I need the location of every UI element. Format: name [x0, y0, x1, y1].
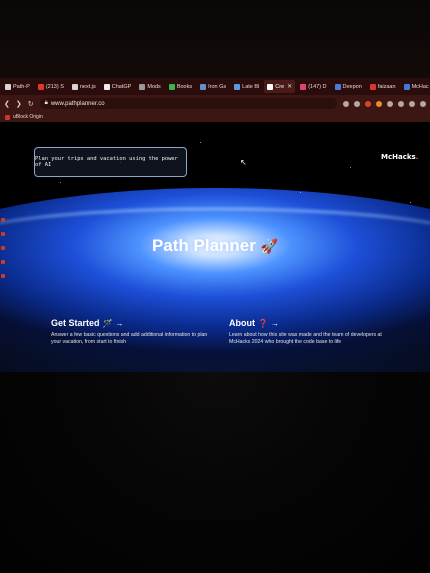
web-page: Plan your trips and vacation using the p…: [0, 122, 430, 374]
github-icon: [71, 83, 78, 90]
tab-strip: Path-P (213) S next.js ChatGP Mods Books…: [0, 78, 430, 95]
tab[interactable]: faizaan: [367, 80, 399, 93]
forward-icon[interactable]: ❯: [16, 100, 22, 108]
chatgpt-icon: [103, 83, 110, 90]
arrow-right-icon: →: [115, 318, 124, 328]
url-text: www.pathplanner.co: [50, 100, 105, 107]
tagline-box: Plan your trips and vacation using the p…: [34, 147, 187, 177]
triangle-icon: [267, 83, 274, 90]
tab-active[interactable]: Cre ✕: [264, 80, 296, 93]
sidebar-icon[interactable]: [1, 260, 5, 264]
rocket-icon: 🚀: [260, 238, 279, 254]
lock-icon: 🔒︎: [44, 100, 48, 106]
menu-icon[interactable]: [420, 100, 426, 107]
page-icon: [234, 83, 241, 90]
star: [350, 167, 351, 168]
close-tab-icon[interactable]: ✕: [287, 83, 292, 90]
sidebar-icon[interactable]: [1, 246, 5, 250]
youtube-icon: [37, 83, 44, 90]
ublock-icon[interactable]: [365, 100, 371, 107]
profile-icon[interactable]: [409, 100, 415, 107]
address-bar[interactable]: 🔒︎ www.pathplanner.co: [39, 98, 337, 109]
bookmark-item[interactable]: uBlock Origin: [13, 114, 43, 120]
tab[interactable]: Deepon: [332, 80, 365, 93]
sidebar-icon[interactable]: [1, 232, 5, 236]
tagline-text: Plan your trips and vacation using the p…: [35, 156, 178, 168]
sidebar-icon[interactable]: [1, 274, 5, 278]
get-started-description: Answer a few basic questions and add add…: [51, 332, 208, 345]
screenshot-icon[interactable]: [354, 100, 360, 107]
bookmarks-bar: uBlock Origin: [0, 112, 430, 122]
arrow-right-icon: →: [270, 318, 279, 328]
extension-icon[interactable]: [343, 100, 349, 107]
page-icon: [369, 83, 376, 90]
back-icon[interactable]: ❮: [4, 100, 10, 108]
monitor-screen: Path-P (213) S next.js ChatGP Mods Books…: [0, 78, 430, 374]
get-started-link[interactable]: Get Started 🪄 →: [51, 318, 211, 328]
tab[interactable]: (213) S: [35, 80, 67, 93]
star: [60, 182, 61, 183]
ublock-icon: [5, 114, 10, 120]
page-icon: [200, 83, 207, 90]
extension-icon[interactable]: [398, 100, 404, 107]
tab[interactable]: (147) D: [297, 80, 329, 93]
play-icon: [168, 83, 175, 90]
star: [410, 202, 411, 203]
page-icon: [139, 83, 146, 90]
about-description: Learn about how this site was made and t…: [229, 332, 382, 345]
tab[interactable]: next.js: [69, 80, 99, 93]
page-icon: [403, 83, 410, 90]
question-icon: ❓: [258, 318, 268, 328]
github-icon: [5, 83, 11, 90]
extension-toolbar: [343, 100, 426, 107]
get-started-card[interactable]: Get Started 🪄 → Answer a few basic quest…: [51, 318, 211, 346]
tab[interactable]: Books: [166, 80, 195, 93]
reload-icon[interactable]: ↻: [28, 100, 34, 108]
photo-background-top: [0, 0, 430, 80]
extension-icon[interactable]: [387, 100, 393, 107]
tab[interactable]: Iron Gs: [197, 80, 229, 93]
tab[interactable]: McHac: [401, 80, 430, 93]
mouse-cursor-icon: ↖: [240, 158, 247, 167]
instagram-icon: [300, 83, 307, 90]
tab[interactable]: Mods: [136, 80, 163, 93]
tab[interactable]: ChatGP: [101, 80, 135, 93]
brave-icon[interactable]: [376, 100, 382, 107]
about-link[interactable]: About ❓ →: [229, 318, 389, 328]
photo-background-bottom: [0, 372, 430, 573]
tab[interactable]: Late Bl: [231, 80, 262, 93]
navigation-bar: ❮ ❯ ↻ 🔒︎ www.pathplanner.co: [0, 95, 430, 112]
magic-wand-icon: 🪄: [102, 318, 113, 328]
hero-title: Path Planner 🚀: [151, 236, 279, 255]
tab[interactable]: Path-P: [2, 80, 33, 93]
sidebar-icon[interactable]: [1, 218, 5, 222]
mchacks-logo[interactable]: McHacks.: [381, 153, 418, 161]
about-card[interactable]: About ❓ → Learn about how this site was …: [229, 318, 389, 346]
star: [200, 142, 201, 143]
left-sidebar-strip: [0, 218, 6, 368]
star: [300, 192, 301, 193]
page-icon: [334, 83, 341, 90]
